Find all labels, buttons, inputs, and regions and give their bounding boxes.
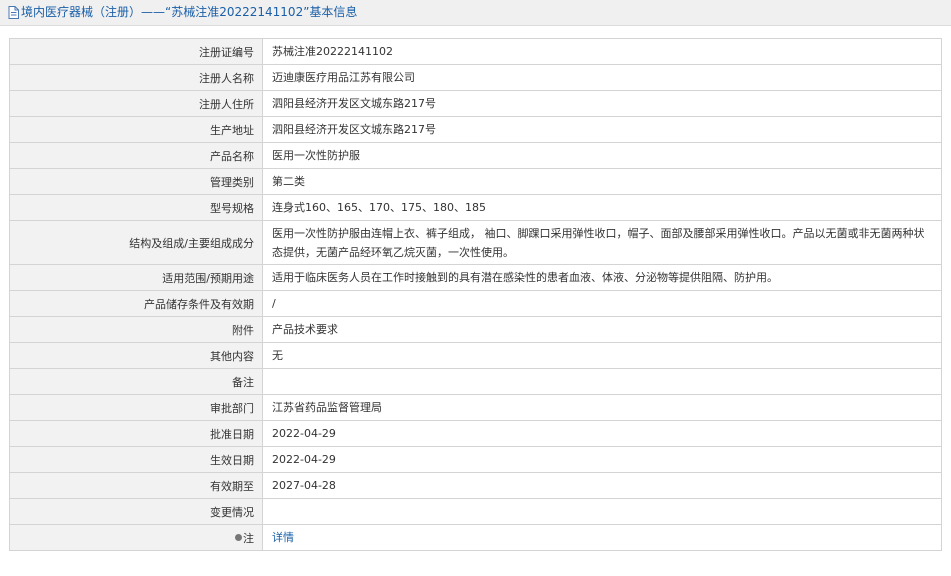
table-row: 有效期至 2027-04-28 (9, 472, 942, 499)
row-label: 注册人名称 (9, 64, 263, 91)
table-row: 注册证编号 苏械注准20222141102 (9, 38, 942, 65)
row-label: 批准日期 (9, 420, 263, 447)
row-value: 迈迪康医疗用品江苏有限公司 (262, 64, 942, 91)
row-label: 型号规格 (9, 194, 263, 221)
row-label: 适用范围/预期用途 (9, 264, 263, 291)
row-value (262, 498, 942, 525)
row-value: 无 (262, 342, 942, 369)
table-row: 结构及组成/主要组成成分 医用一次性防护服由连帽上衣、裤子组成， 袖口、脚踝口采… (9, 220, 942, 265)
row-value: 泗阳县经济开发区文城东路217号 (262, 90, 942, 117)
note-row: 注 详情 (9, 524, 942, 551)
row-value: 2022-04-29 (262, 420, 942, 447)
row-label: 有效期至 (9, 472, 263, 499)
table-row: 附件 产品技术要求 (9, 316, 942, 343)
row-value: 苏械注准20222141102 (262, 38, 942, 65)
row-value: 产品技术要求 (262, 316, 942, 343)
row-value: 连身式160、165、170、175、180、185 (262, 194, 942, 221)
row-label: 备注 (9, 368, 263, 395)
document-icon (8, 6, 19, 19)
row-label: 结构及组成/主要组成成分 (9, 220, 263, 265)
row-label: 变更情况 (9, 498, 263, 525)
row-value: 第二类 (262, 168, 942, 195)
table-row: 其他内容 无 (9, 342, 942, 369)
bullet-icon (235, 533, 242, 541)
row-value: 医用一次性防护服由连帽上衣、裤子组成， 袖口、脚踝口采用弹性收口，帽子、面部及腰… (262, 220, 942, 265)
note-label: 注 (243, 531, 254, 545)
row-label: 附件 (9, 316, 263, 343)
row-value: 2027-04-28 (262, 472, 942, 499)
row-value: / (262, 290, 942, 317)
row-label: 其他内容 (9, 342, 263, 369)
row-value: 医用一次性防护服 (262, 142, 942, 169)
table-row: 注册人名称 迈迪康医疗用品江苏有限公司 (9, 64, 942, 91)
row-label: 产品储存条件及有效期 (9, 290, 263, 317)
table-row: 管理类别 第二类 (9, 168, 942, 195)
table-row: 备注 (9, 368, 942, 395)
table-row: 批准日期 2022-04-29 (9, 420, 942, 447)
note-label-cell: 注 (9, 524, 263, 551)
row-value: 泗阳县经济开发区文城东路217号 (262, 116, 942, 143)
row-label: 管理类别 (9, 168, 263, 195)
row-value: 2022-04-29 (262, 446, 942, 473)
row-value: 江苏省药品监督管理局 (262, 394, 942, 421)
page-title: 境内医疗器械（注册）——“苏械注准20222141102”基本信息 (21, 5, 358, 19)
row-label: 生效日期 (9, 446, 263, 473)
row-label: 生产地址 (9, 116, 263, 143)
table-row: 生效日期 2022-04-29 (9, 446, 942, 473)
page-header: 境内医疗器械（注册）——“苏械注准20222141102”基本信息 (0, 0, 951, 26)
row-label: 产品名称 (9, 142, 263, 169)
row-label: 审批部门 (9, 394, 263, 421)
table-row: 生产地址 泗阳县经济开发区文城东路217号 (9, 116, 942, 143)
row-value (262, 368, 942, 395)
row-label: 注册证编号 (9, 38, 263, 65)
details-link[interactable]: 详情 (272, 531, 294, 544)
row-value: 适用于临床医务人员在工作时接触到的具有潜在感染性的患者血液、体液、分泌物等提供阻… (262, 264, 942, 291)
table-row: 注册人住所 泗阳县经济开发区文城东路217号 (9, 90, 942, 117)
table-row: 适用范围/预期用途 适用于临床医务人员在工作时接触到的具有潜在感染性的患者血液、… (9, 264, 942, 291)
table-row: 产品名称 医用一次性防护服 (9, 142, 942, 169)
note-value-cell: 详情 (262, 524, 942, 551)
registration-info-table: 注册证编号 苏械注准20222141102 注册人名称 迈迪康医疗用品江苏有限公… (9, 38, 942, 551)
table-row: 产品储存条件及有效期 / (9, 290, 942, 317)
table-row: 型号规格 连身式160、165、170、175、180、185 (9, 194, 942, 221)
table-row: 审批部门 江苏省药品监督管理局 (9, 394, 942, 421)
row-label: 注册人住所 (9, 90, 263, 117)
table-row: 变更情况 (9, 498, 942, 525)
